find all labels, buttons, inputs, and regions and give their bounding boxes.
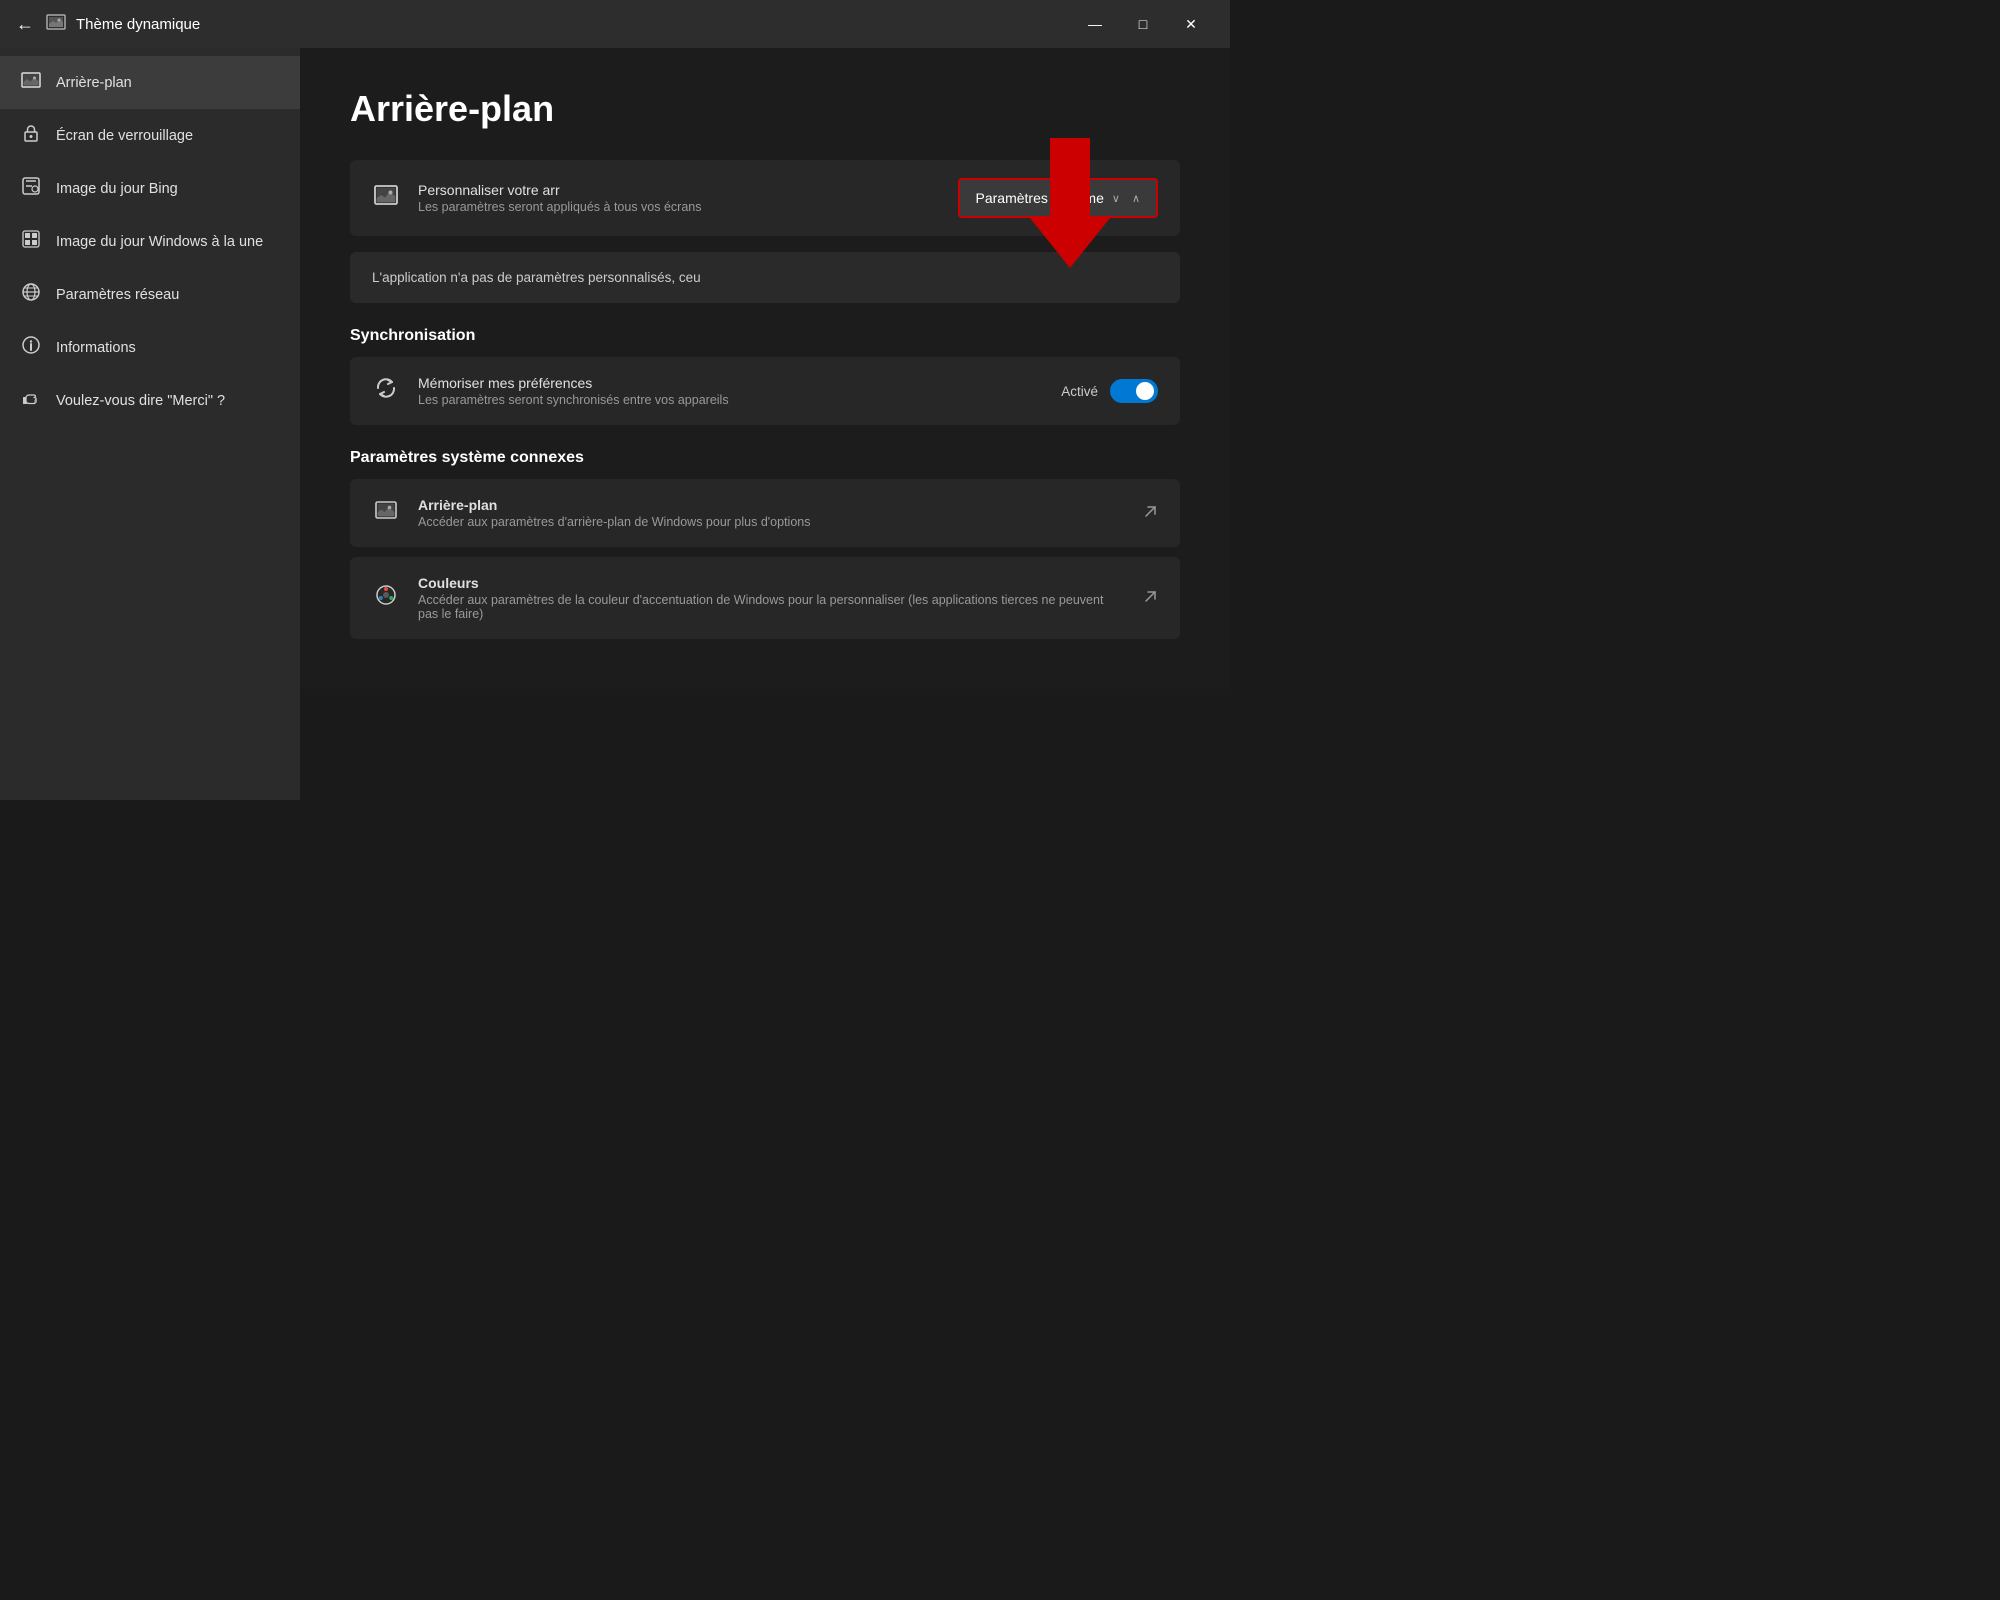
maximize-button[interactable]: □: [1120, 8, 1166, 40]
arriere-plan-icon: [20, 70, 42, 95]
sync-text: Mémoriser mes préférences Les paramètres…: [418, 375, 1043, 407]
title-bar: ← Thème dynamique — □ ✕: [0, 0, 1230, 48]
toggle-thumb: [1136, 382, 1154, 400]
sidebar-item-windows-une[interactable]: Image du jour Windows à la une: [0, 215, 300, 268]
sidebar-item-reseau[interactable]: Paramètres réseau: [0, 268, 300, 321]
related-settings-label: Paramètres système connexes: [350, 449, 1180, 467]
merci-icon: [20, 388, 42, 413]
close-button[interactable]: ✕: [1168, 8, 1214, 40]
window-controls: — □ ✕: [1072, 8, 1214, 40]
system-params-dropdown[interactable]: Paramètres système ∨ ∧: [958, 178, 1159, 218]
dropdown-label: Paramètres système: [976, 190, 1104, 206]
info-message-text: L'application n'a pas de paramètres pers…: [372, 270, 701, 285]
sidebar-item-bing[interactable]: Image du jour Bing: [0, 162, 300, 215]
personalize-subtitle: Les paramètres seront appliqués à tous v…: [418, 200, 940, 214]
related-arriere-plan-title: Arrière-plan: [418, 497, 1124, 513]
related-item-couleurs[interactable]: Couleurs Accéder aux paramètres de la co…: [350, 557, 1180, 639]
sidebar-label-reseau: Paramètres réseau: [56, 287, 179, 303]
sidebar-item-arriere-plan[interactable]: Arrière-plan: [0, 56, 300, 109]
toggle-label: Activé: [1061, 384, 1098, 399]
minimize-button[interactable]: —: [1072, 8, 1118, 40]
external-link-icon-couleurs: [1142, 589, 1158, 608]
personalize-title: Personnaliser votre arr: [418, 182, 940, 198]
personalize-card: Personnaliser votre arr Les paramètres s…: [350, 160, 1180, 236]
page-title: Arrière-plan: [350, 88, 1180, 130]
personalize-icon: [372, 183, 400, 213]
sidebar-label-informations: Informations: [56, 340, 136, 356]
related-arriere-plan-subtitle: Accéder aux paramètres d'arrière-plan de…: [418, 515, 1124, 529]
sidebar-label-merci: Voulez-vous dire "Merci" ?: [56, 393, 225, 409]
back-button[interactable]: ←: [16, 14, 34, 35]
personalize-text: Personnaliser votre arr Les paramètres s…: [418, 182, 940, 214]
bing-icon: [20, 176, 42, 201]
sidebar-label-bing: Image du jour Bing: [56, 181, 178, 197]
sidebar: Arrière-plan Écran de verrouillage Ima: [0, 48, 300, 800]
dropdown-chevron-down-icon: ∨: [1112, 192, 1120, 205]
related-arriere-plan-icon: [372, 499, 400, 527]
related-couleurs-title: Couleurs: [418, 575, 1124, 591]
external-link-icon-arriere: [1142, 504, 1158, 523]
sync-subtitle: Les paramètres seront synchronisés entre…: [418, 393, 1043, 407]
sync-row: Mémoriser mes préférences Les paramètres…: [350, 357, 1180, 425]
sidebar-label-ecran: Écran de verrouillage: [56, 128, 193, 144]
reseau-icon: [20, 282, 42, 307]
sync-title: Mémoriser mes préférences: [418, 375, 1043, 391]
windows-une-icon: [20, 229, 42, 254]
main-content: Arrière-plan Personnaliser votre arr: [300, 48, 1230, 689]
info-icon: [20, 335, 42, 360]
synchronisation-label: Synchronisation: [350, 327, 1180, 345]
related-arriere-plan-text: Arrière-plan Accéder aux paramètres d'ar…: [418, 497, 1124, 529]
toggle-container: Activé: [1061, 379, 1158, 403]
sync-toggle[interactable]: [1110, 379, 1158, 403]
sidebar-item-informations[interactable]: Informations: [0, 321, 300, 374]
info-message: L'application n'a pas de paramètres pers…: [350, 252, 1180, 303]
related-item-arriere-plan[interactable]: Arrière-plan Accéder aux paramètres d'ar…: [350, 479, 1180, 547]
related-couleurs-icon: [372, 584, 400, 612]
sidebar-label-arriere-plan: Arrière-plan: [56, 75, 132, 91]
main-wrapper: Arrière-plan Personnaliser votre arr: [300, 48, 1230, 800]
ecran-verrouillage-icon: [20, 123, 42, 148]
sync-icon: [372, 376, 400, 406]
sidebar-label-windows-une: Image du jour Windows à la une: [56, 234, 263, 250]
sync-card: Mémoriser mes préférences Les paramètres…: [350, 357, 1180, 425]
app-body: Arrière-plan Écran de verrouillage Ima: [0, 48, 1230, 800]
related-couleurs-text: Couleurs Accéder aux paramètres de la co…: [418, 575, 1124, 621]
app-title: Thème dynamique: [76, 16, 200, 33]
personalize-row: Personnaliser votre arr Les paramètres s…: [350, 160, 1180, 236]
dropdown-chevron-up-icon: ∧: [1132, 192, 1140, 205]
toggle-track[interactable]: [1110, 379, 1158, 403]
app-icon: [46, 12, 66, 37]
sidebar-item-ecran-verrouillage[interactable]: Écran de verrouillage: [0, 109, 300, 162]
related-couleurs-subtitle: Accéder aux paramètres de la couleur d'a…: [418, 593, 1124, 621]
sidebar-item-merci[interactable]: Voulez-vous dire "Merci" ?: [0, 374, 300, 427]
